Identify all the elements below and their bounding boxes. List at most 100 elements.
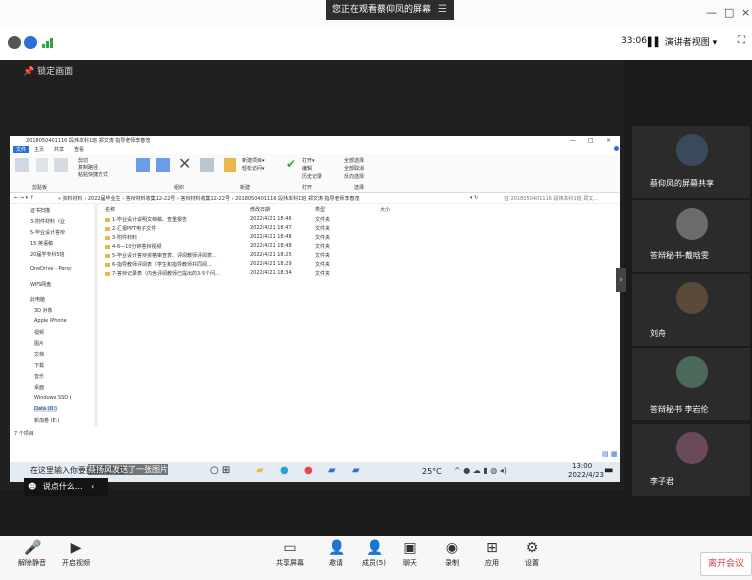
nav-item[interactable]: 下载 (34, 362, 44, 369)
security-shield-icon[interactable] (24, 36, 37, 49)
address-path[interactable]: « 资料材料 › 2022届毕业生 › 答辩材料收集12-22号 › 答辩材料收… (58, 195, 359, 202)
menu-icon[interactable]: ☰ (438, 0, 447, 20)
refresh-icon[interactable]: ▾ ↻ (470, 195, 478, 201)
chat-input[interactable]: ☻ 说点什么... ‹ (24, 478, 108, 496)
table-row[interactable]: 4-6—10分钟答辩视频 2022/4/21 18:48 文件夹 (105, 243, 525, 251)
open-button[interactable]: 打开▾ (302, 157, 315, 164)
col-size[interactable]: 大小 (380, 206, 390, 213)
back-icon[interactable]: ← → ▾ ↑ (14, 195, 34, 201)
nav-item[interactable]: 图片 (34, 340, 44, 347)
move-to-icon[interactable] (136, 158, 150, 172)
task-view-icon[interactable]: ○ ⊞ (210, 465, 230, 476)
nav-item[interactable]: 视频 (34, 329, 44, 336)
nav-item[interactable]: 新加卷 (E:) (34, 417, 59, 424)
nav-item[interactable]: 20届学专科5班 (30, 251, 65, 258)
new-folder-icon[interactable] (224, 158, 236, 172)
easy-access-button[interactable]: 轻松访问▾ (242, 165, 265, 172)
emoji-icon[interactable]: ☻ (28, 482, 36, 491)
nav-item[interactable]: 15.英语稿 (30, 240, 53, 247)
panel-toggle-icon[interactable]: › (616, 268, 626, 292)
table-row[interactable]: 6-指导教师评阅表（学生和指导教师共同阅... 2022/4/21 18:29 … (105, 261, 525, 269)
edge-icon[interactable]: ● (280, 465, 289, 476)
maximize-button[interactable]: □ (724, 6, 734, 19)
members-button[interactable]: 👤 成员(5) (354, 540, 394, 568)
nav-item[interactable]: 证书扫描 (30, 207, 50, 214)
nav-item[interactable]: 3-附件材料（业 (30, 218, 65, 225)
participant-tile[interactable]: 答辩秘书-戴晗雯 (632, 200, 750, 272)
select-all-button[interactable]: 全部选择 (344, 157, 364, 164)
nav-item[interactable]: 桌面 (34, 384, 44, 391)
explorer-close[interactable]: × (606, 137, 611, 144)
history-button[interactable]: 历史记录 (302, 173, 322, 180)
copy-icon[interactable] (36, 158, 48, 172)
col-type[interactable]: 类型 (315, 206, 325, 213)
nav-item[interactable]: OneDrive - Persc (30, 266, 72, 272)
share-screen-button[interactable]: ▭ 共享屏幕 (270, 540, 310, 568)
nav-item[interactable]: 5-毕业设计答辩 (30, 229, 65, 236)
explorer-minimize[interactable]: — (570, 137, 576, 144)
copy-path-button[interactable]: 复制路径 (78, 164, 98, 171)
col-date[interactable]: 修改日期 (250, 206, 270, 213)
help-icon[interactable] (614, 146, 619, 151)
screen-share-banner[interactable]: 您正在观看蔡仰凤的屏幕 ☰ (326, 0, 454, 20)
collapse-icon[interactable]: ‹ (91, 482, 94, 491)
invert-selection-button[interactable]: 反向选择 (344, 173, 364, 180)
nav-item[interactable]: 音乐 (34, 373, 44, 380)
table-row[interactable]: 1-毕业设计说明文档稿、查重报告 2022/4/21 18:46 文件夹 (105, 216, 525, 224)
speaker-view-button[interactable]: ▌▌ 演讲者视图 ▾ (648, 34, 732, 52)
nav-item[interactable]: WPS网盘 (30, 281, 51, 288)
app-icon[interactable]: ▰ (352, 465, 360, 476)
nav-item[interactable]: Windows SSD ( (34, 395, 72, 401)
nav-item[interactable]: 3D 对象 (34, 307, 53, 314)
paste-shortcut-button[interactable]: 粘贴快捷方式 (78, 171, 108, 178)
select-none-button[interactable]: 全部取消 (344, 165, 364, 172)
invite-button[interactable]: 👤 邀请 (316, 540, 356, 568)
mute-button[interactable]: 🎤 解除静音 (12, 540, 52, 568)
close-button[interactable]: × (741, 6, 750, 19)
participant-tile[interactable]: 李子君 (632, 424, 750, 496)
col-name[interactable]: 名称 (105, 206, 115, 213)
explorer-taskbar-icon[interactable]: ▰ (256, 465, 264, 476)
menu-share[interactable]: 共享 (54, 146, 64, 153)
edit-button[interactable]: 编辑 (302, 165, 312, 172)
app-icon[interactable]: ▰ (328, 465, 336, 476)
paste-icon[interactable] (54, 158, 68, 172)
lock-screen-button[interactable]: 📌 锁定画面 (23, 64, 73, 77)
settings-button[interactable]: ⚙ 设置 (512, 540, 552, 568)
delete-icon[interactable]: ✕ (178, 154, 191, 173)
search-box[interactable]: 在 2018050401116 段炜本科1班 郑文... (504, 195, 598, 202)
table-row[interactable]: 7-答辩记录表（内含评阅教师已提出的3-5个问... 2022/4/21 18:… (105, 270, 525, 278)
app-icon[interactable]: ● (304, 465, 313, 476)
properties-icon[interactable]: ✔ (286, 157, 296, 171)
view-toggle-icon[interactable]: ▤ ▦ (602, 450, 617, 458)
menu-file[interactable]: 文件 (13, 146, 30, 153)
weather-temp[interactable]: 25°C (422, 467, 442, 476)
file-explorer-window[interactable]: 2018050401116 段炜本科1班 郑文涛 指导老师李春茂 — □ × 文… (10, 136, 620, 462)
fullscreen-icon[interactable]: ⛶ (738, 35, 745, 46)
table-row[interactable]: 2-汇报PPT电子文件 2022/4/21 18:47 文件夹 (105, 225, 525, 233)
nav-item[interactable]: 此电脑 (30, 296, 45, 303)
new-item-button[interactable]: 新建项目▾ (242, 157, 265, 164)
video-button[interactable]: ▶ 开启视频 (56, 540, 96, 568)
nav-item[interactable]: Data (D:) (34, 406, 57, 412)
table-row[interactable]: 3-附件材料 2022/4/21 18:48 文件夹 (105, 234, 525, 242)
participant-tile[interactable]: 答辩秘书 李岩伦 (632, 348, 750, 420)
table-row[interactable]: 5-毕业设计答辩资格审查表、评阅教师评阅表... 2022/4/21 18:25… (105, 252, 525, 260)
rename-icon[interactable] (200, 158, 214, 172)
chat-button[interactable]: ▣ 聊天 (390, 540, 430, 568)
apps-button[interactable]: ⊞ 应用 (472, 540, 512, 568)
tray-icons[interactable]: ^ ● ☁ ▮ ◍ ◂) (454, 466, 507, 475)
pin-quick-access-icon[interactable] (15, 158, 29, 172)
notification-icon[interactable]: ▬ (604, 465, 613, 476)
nav-item[interactable]: 文档 (34, 351, 44, 358)
leave-meeting-button[interactable]: 离开会议 (700, 552, 752, 576)
participant-tile[interactable]: 蔡仰凤的屏幕共享 (632, 126, 750, 198)
menu-view[interactable]: 查看 (74, 146, 84, 153)
copy-to-icon[interactable] (156, 158, 170, 172)
minimize-button[interactable]: — (706, 6, 717, 19)
participant-tile[interactable]: 刘舟 (632, 274, 750, 346)
menu-home[interactable]: 主页 (34, 146, 44, 153)
explorer-maximize[interactable]: □ (588, 137, 594, 144)
record-button[interactable]: ◉ 录制 (432, 540, 472, 568)
info-icon[interactable] (8, 36, 21, 49)
